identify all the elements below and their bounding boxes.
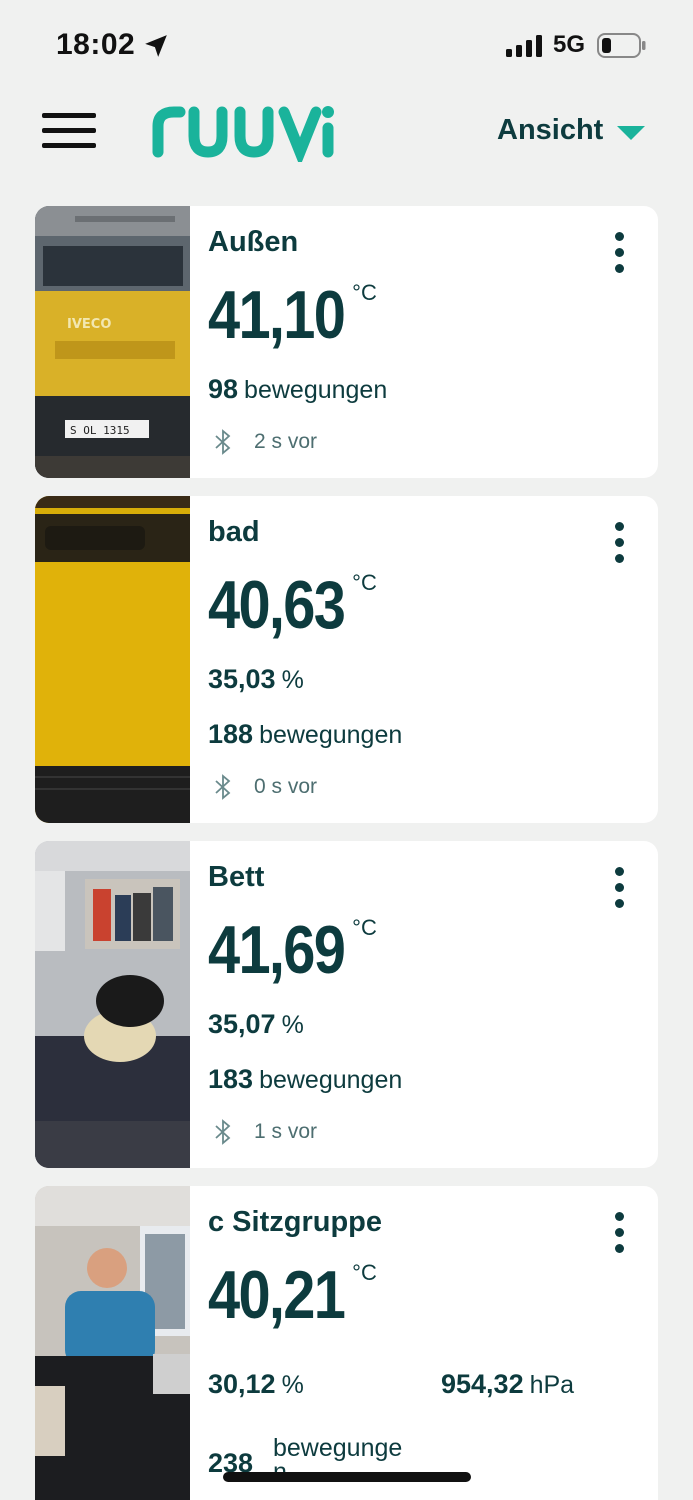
- status-bar: 18:02 5G: [0, 0, 693, 90]
- battery-icon: [597, 33, 646, 58]
- movement-label: bewegungen: [244, 376, 388, 404]
- svg-text:S OL 1315: S OL 1315: [70, 424, 130, 437]
- humidity-reading: 30,12%: [208, 1369, 304, 1400]
- temperature-reading: 41,69 °C: [208, 911, 377, 989]
- temperature-value: 40,21: [208, 1257, 346, 1333]
- movement-reading: 188 bewegungen: [208, 719, 402, 750]
- temperature-value: 41,10: [208, 277, 346, 353]
- svg-text:IVECO: IVECO: [67, 317, 111, 332]
- temperature-value: 40,63: [208, 567, 346, 643]
- humidity-unit: %: [281, 1371, 304, 1399]
- sensor-photo: [35, 496, 190, 823]
- more-vertical-icon[interactable]: [612, 232, 626, 276]
- sensor-card[interactable]: c Sitzgruppe 40,21 °C 30,12% 954,32 hPa 2…: [35, 1186, 658, 1500]
- temperature-unit: °C: [352, 280, 377, 305]
- hamburger-icon[interactable]: [42, 113, 96, 153]
- humidity-reading: 35,03%: [208, 664, 304, 695]
- humidity-value: 35,03: [208, 664, 276, 694]
- last-updated: 0 s vor: [210, 773, 317, 801]
- sensor-photo: [35, 1186, 190, 1500]
- sensor-photo: [35, 841, 190, 1168]
- last-updated-text: 1 s vor: [254, 1120, 318, 1143]
- sensor-photo: IVECO S OL 1315: [35, 206, 190, 478]
- more-vertical-icon[interactable]: [612, 1212, 626, 1256]
- home-indicator[interactable]: [223, 1472, 471, 1482]
- network-type: 5G: [553, 31, 586, 58]
- movement-label: bewegungen: [259, 721, 403, 749]
- movement-value: 183: [208, 1064, 254, 1094]
- movement-value: 188: [208, 719, 254, 749]
- temperature-unit: °C: [352, 915, 377, 940]
- sensor-card[interactable]: IVECO S OL 1315 Außen 41,10 °C 98 bewegun…: [35, 206, 658, 478]
- sensor-card[interactable]: Bett 41,69 °C 35,07% 183 bewegungen 1 s v…: [35, 841, 658, 1168]
- pressure-value: 954,32: [441, 1369, 524, 1399]
- temperature-reading: 41,10 °C: [208, 276, 377, 354]
- bluetooth-icon: [215, 429, 231, 455]
- location-arrow-icon: [145, 35, 167, 57]
- more-vertical-icon[interactable]: [612, 522, 626, 566]
- sensor-name: Bett: [208, 861, 265, 893]
- temperature-unit: °C: [352, 1260, 377, 1285]
- movement-label: bewegungen: [259, 1066, 403, 1094]
- humidity-reading: 35,07%: [208, 1009, 304, 1040]
- sensor-card[interactable]: bad 40,63 °C 35,03% 188 bewegungen 0 s vo…: [35, 496, 658, 823]
- more-vertical-icon[interactable]: [612, 867, 626, 911]
- view-dropdown[interactable]: Ansicht: [497, 114, 646, 147]
- temperature-reading: 40,21 °C: [208, 1256, 377, 1334]
- last-updated-text: 2 s vor: [254, 430, 318, 453]
- pressure-unit: hPa: [529, 1371, 575, 1399]
- pressure-reading: 954,32 hPa: [441, 1369, 574, 1400]
- last-updated-text: 0 s vor: [254, 775, 318, 798]
- temperature-unit: °C: [352, 570, 377, 595]
- cellular-signal-icon: [506, 35, 542, 57]
- sensor-name: c Sitzgruppe: [208, 1206, 383, 1238]
- status-time: 18:02: [56, 28, 136, 61]
- humidity-unit: %: [281, 666, 304, 694]
- temperature-reading: 40,63 °C: [208, 566, 377, 644]
- movement-reading: 98 bewegungen: [208, 374, 387, 405]
- bluetooth-icon: [215, 774, 231, 800]
- view-dropdown-label: Ansicht: [497, 114, 604, 146]
- temperature-value: 41,69: [208, 912, 346, 988]
- caret-down-icon: [617, 125, 646, 140]
- movement-reading: 183 bewegungen: [208, 1064, 402, 1095]
- last-updated: 1 s vor: [210, 1118, 317, 1146]
- humidity-unit: %: [281, 1011, 304, 1039]
- humidity-value: 30,12: [208, 1369, 276, 1399]
- ruuvi-logo: [152, 106, 334, 162]
- bluetooth-icon: [215, 1119, 231, 1145]
- movement-value: 98: [208, 374, 239, 404]
- last-updated: 2 s vor: [210, 428, 317, 456]
- humidity-value: 35,07: [208, 1009, 276, 1039]
- sensor-name: Außen: [208, 226, 299, 258]
- sensor-name: bad: [208, 516, 260, 548]
